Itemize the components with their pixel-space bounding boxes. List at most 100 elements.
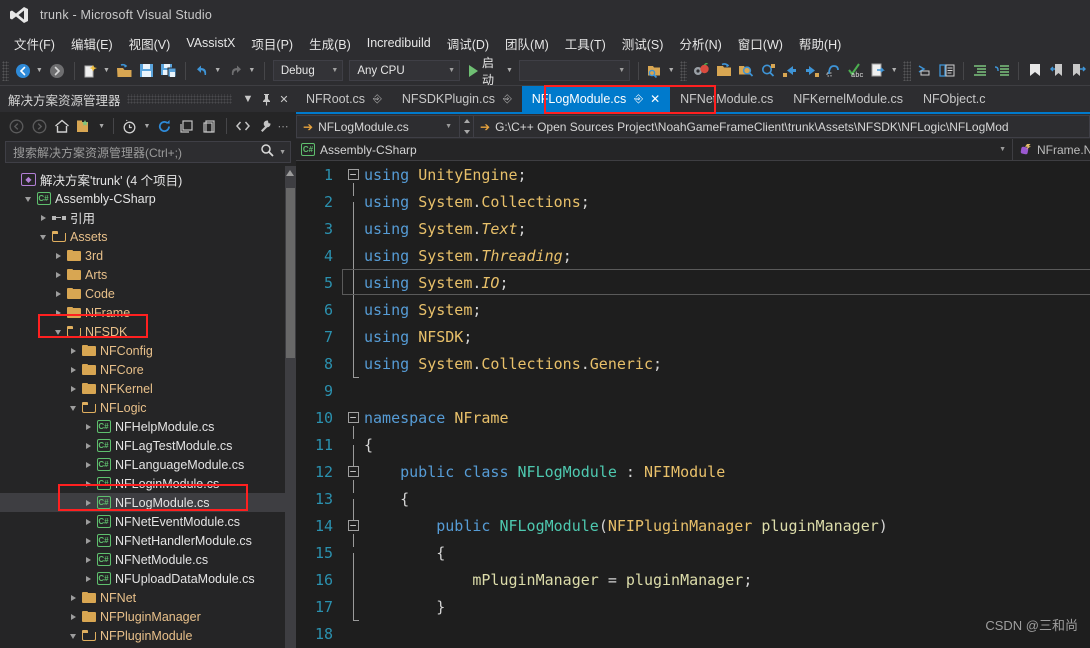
editor-tab[interactable]: NFNetModule.cs bbox=[670, 86, 783, 112]
code-line[interactable]: 12− public class NFLogModule : NFIModule bbox=[296, 458, 1090, 493]
tree-item[interactable]: C# NFLagTestModule.cs bbox=[0, 436, 296, 455]
chevron-down-icon[interactable] bbox=[66, 632, 80, 639]
chevron-right-icon[interactable] bbox=[51, 290, 65, 297]
chevron-right-icon[interactable] bbox=[36, 214, 50, 221]
back-dropdown-icon[interactable]: ▼ bbox=[34, 60, 44, 82]
code-view-icon[interactable] bbox=[232, 115, 254, 137]
va-refactor-rename-icon[interactable] bbox=[868, 60, 888, 82]
new-view-dropdown-icon[interactable]: ▼ bbox=[96, 115, 107, 137]
tree-item[interactable]: C# Assembly-CSharp bbox=[0, 189, 296, 208]
tree-item[interactable]: NFKernel bbox=[0, 379, 296, 398]
forward-icon[interactable] bbox=[29, 115, 51, 137]
menu-item-team[interactable]: 团队(M) bbox=[497, 31, 557, 56]
editor-tab[interactable]: NFKernelModule.cs bbox=[783, 86, 913, 112]
code-line[interactable]: 1− using UnityEngine; bbox=[296, 161, 1090, 196]
chevron-down-icon[interactable] bbox=[21, 195, 35, 202]
toolbar-search-combobox[interactable]: ▼ bbox=[519, 60, 631, 81]
tree-item[interactable]: NFPluginModule bbox=[0, 626, 296, 645]
chevron-right-icon[interactable] bbox=[81, 461, 95, 468]
show-all-files-icon[interactable] bbox=[198, 115, 220, 137]
platform-combobox[interactable]: Any CPU ▼ bbox=[349, 60, 460, 81]
save-all-icon[interactable] bbox=[159, 60, 179, 82]
redo-dropdown-icon[interactable]: ▼ bbox=[247, 60, 257, 82]
next-bookmark-icon[interactable] bbox=[1069, 60, 1089, 82]
tree-item[interactable]: C# NFHelpModule.cs bbox=[0, 417, 296, 436]
snippet-icon[interactable] bbox=[937, 60, 957, 82]
new-project-dropdown-icon[interactable]: ▼ bbox=[101, 60, 111, 82]
tree-item[interactable]: C# NFLoginModule.cs bbox=[0, 474, 296, 493]
search-icon[interactable] bbox=[260, 143, 274, 162]
chevron-right-icon[interactable] bbox=[66, 613, 80, 620]
tree-item[interactable]: C# NFNetEventModule.cs bbox=[0, 512, 296, 531]
fold-collapse-icon[interactable]: − bbox=[342, 169, 364, 196]
chevron-right-icon[interactable] bbox=[81, 556, 95, 563]
start-debug-button[interactable]: 启动 bbox=[463, 56, 504, 87]
chevron-right-icon[interactable] bbox=[51, 309, 65, 316]
chevron-down-icon[interactable] bbox=[66, 404, 80, 411]
menu-item-debug[interactable]: 调试(D) bbox=[439, 31, 497, 56]
code-line[interactable]: 11 { bbox=[296, 431, 1090, 472]
undo-dropdown-icon[interactable]: ▼ bbox=[213, 60, 223, 82]
tree-item[interactable]: C# NFNetModule.cs bbox=[0, 550, 296, 569]
solution-explorer-search[interactable]: 搜索解决方案资源管理器(Ctrl+;) ▼ bbox=[5, 141, 291, 163]
va-back-icon[interactable] bbox=[780, 60, 800, 82]
menu-item-build[interactable]: 生成(B) bbox=[301, 31, 359, 56]
menu-item-tools[interactable]: 工具(T) bbox=[557, 31, 614, 56]
tree-item[interactable]: NFCore bbox=[0, 360, 296, 379]
pin-icon[interactable]: ⎆ bbox=[503, 93, 512, 106]
chevron-right-icon[interactable] bbox=[66, 347, 80, 354]
va-find-symbol-icon[interactable] bbox=[736, 60, 756, 82]
chevron-right-icon[interactable] bbox=[81, 575, 95, 582]
menu-item-vassistx[interactable]: VAssistX bbox=[178, 33, 243, 53]
back-icon[interactable] bbox=[6, 115, 28, 137]
menu-item-window[interactable]: 窗口(W) bbox=[730, 31, 791, 56]
tree-item[interactable]: C# NFLogModule.cs bbox=[0, 493, 296, 512]
open-file-icon[interactable] bbox=[115, 60, 135, 82]
chevron-right-icon[interactable] bbox=[66, 594, 80, 601]
chevron-right-icon[interactable] bbox=[81, 423, 95, 430]
code-line[interactable]: 17 } bbox=[296, 593, 1090, 621]
code-line[interactable]: 15 { bbox=[296, 539, 1090, 580]
navigate-forward-icon[interactable] bbox=[47, 60, 67, 82]
code-line[interactable]: 8 using System.Collections.Generic; bbox=[296, 350, 1090, 378]
breadcrumb-member-combobox[interactable]: NFrame.NFLogModule bbox=[1013, 143, 1090, 157]
pin-icon[interactable] bbox=[258, 90, 274, 108]
va-refactor-icon[interactable] bbox=[691, 60, 711, 82]
collapse-all-icon[interactable] bbox=[176, 115, 198, 137]
menu-item-test[interactable]: 测试(S) bbox=[614, 31, 672, 56]
fold-collapse-icon[interactable]: − bbox=[342, 520, 364, 547]
menu-item-help[interactable]: 帮助(H) bbox=[791, 31, 849, 56]
navigate-back-icon[interactable] bbox=[13, 60, 33, 82]
pending-changes-dropdown-icon[interactable]: ▼ bbox=[142, 115, 153, 137]
fold-collapse-icon[interactable]: − bbox=[342, 466, 364, 493]
menu-item-project[interactable]: 项目(P) bbox=[243, 31, 301, 56]
start-dropdown-icon[interactable]: ▼ bbox=[504, 60, 514, 82]
code-line[interactable]: 2 using System.Collections; bbox=[296, 188, 1090, 229]
code-line[interactable]: 10− namespace NFrame bbox=[296, 404, 1090, 439]
code-line[interactable]: 7 using NFSDK; bbox=[296, 323, 1090, 364]
vassist-toolbar-grip[interactable] bbox=[680, 60, 688, 81]
toolbar-grip[interactable] bbox=[2, 60, 10, 81]
refresh-icon[interactable] bbox=[153, 115, 175, 137]
bookmark-icon[interactable] bbox=[1025, 60, 1045, 82]
overflow-icon[interactable]: ⋯ bbox=[277, 115, 289, 137]
close-icon[interactable]: ✕ bbox=[650, 92, 660, 106]
save-icon[interactable] bbox=[137, 60, 157, 82]
tree-item[interactable]: NFConfig bbox=[0, 341, 296, 360]
tree-item[interactable]: 3rd bbox=[0, 246, 296, 265]
code-line[interactable]: 18 bbox=[296, 620, 1090, 647]
menu-item-incredibuild[interactable]: Incredibuild bbox=[359, 33, 439, 53]
fold-collapse-icon[interactable]: − bbox=[342, 412, 364, 439]
tree-item[interactable]: Arts bbox=[0, 265, 296, 284]
menu-item-view[interactable]: 视图(V) bbox=[121, 31, 179, 56]
menu-item-file[interactable]: 文件(F) bbox=[6, 31, 63, 56]
editor-tab[interactable]: NFLogModule.cs ⎆ ✕ bbox=[521, 86, 671, 112]
code-editor[interactable]: 1− using UnityEngine; 2 using System.Collec… bbox=[296, 161, 1090, 648]
code-line[interactable]: 4 using System.Threading; bbox=[296, 242, 1090, 283]
chevron-right-icon[interactable] bbox=[81, 537, 95, 544]
tree-item[interactable]: Code bbox=[0, 284, 296, 303]
new-view-icon[interactable] bbox=[74, 115, 96, 137]
surround-with-icon[interactable] bbox=[915, 60, 935, 82]
find-in-files-icon[interactable] bbox=[645, 60, 665, 82]
outdent-icon[interactable] bbox=[992, 60, 1012, 82]
